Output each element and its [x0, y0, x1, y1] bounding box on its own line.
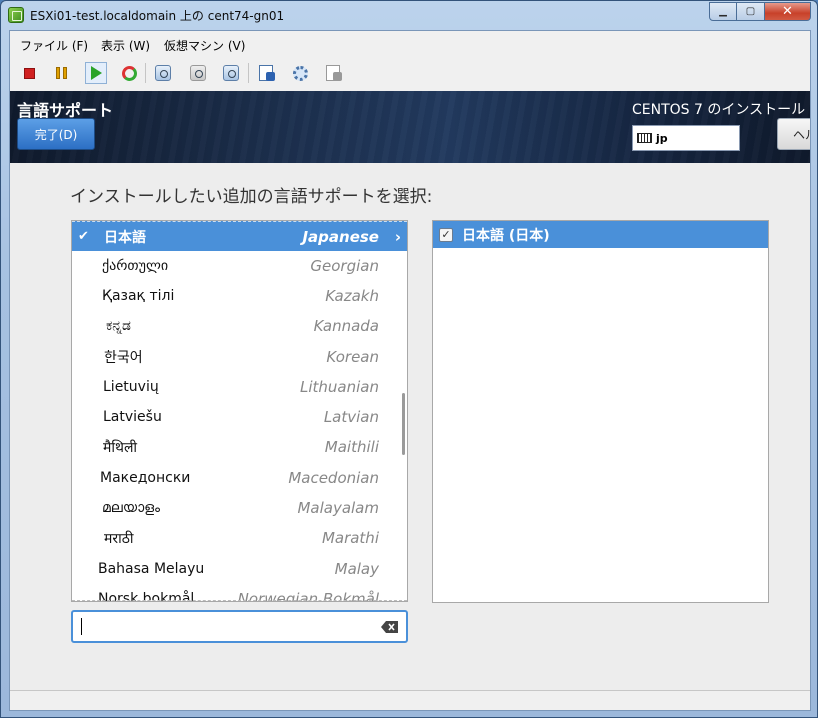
instruction-text: インストールしたい追加の言語サポートを選択: [70, 187, 433, 207]
language-native-name: മലയാളം [102, 500, 161, 516]
power-off-button[interactable] [18, 62, 40, 84]
done-button[interactable]: 完了(D) [17, 118, 95, 150]
language-row[interactable]: ✔ 日本語 Japanese › [72, 221, 407, 251]
language-native-name: Bahasa Melayu [98, 561, 205, 577]
list-bottom-edge [72, 593, 407, 601]
language-english-name: Macedonian [288, 469, 379, 487]
device-icon [326, 65, 342, 81]
vm-console-icon [8, 7, 24, 23]
language-english-name: Georgian [310, 257, 379, 275]
title-bar[interactable]: ESXi01-test.localdomain 上の cent74-gn01 ▁… [1, 1, 817, 29]
language-row[interactable]: മലയാളം Malayalam [72, 493, 407, 523]
locale-list[interactable]: ✓ 日本語 (日本) [432, 220, 769, 603]
language-english-name: Latvian [323, 408, 379, 426]
language-english-name: Marathi [321, 529, 379, 547]
language-row[interactable]: 한국어 Korean [72, 342, 407, 372]
locale-checkbox[interactable]: ✓ [439, 227, 453, 242]
language-english-name: Japanese [302, 227, 379, 246]
language-row[interactable]: ქართული Georgian [72, 251, 407, 281]
snapshot-manager-icon [223, 65, 239, 81]
stop-icon [23, 67, 35, 79]
menu-vm[interactable]: 仮想マシン (V) [164, 37, 245, 54]
locale-row[interactable]: ✓ 日本語 (日本) [433, 221, 768, 248]
language-row[interactable]: Lietuvių Lithuanian [72, 372, 407, 402]
language-english-name: Lithuanian [300, 378, 379, 396]
language-native-name: 日本語 [104, 229, 146, 246]
suspend-button[interactable] [50, 62, 72, 84]
menu-view[interactable]: 表示 (W) [101, 37, 150, 54]
language-english-name: Korean [326, 348, 379, 366]
snapshot-manager-button[interactable] [220, 62, 242, 84]
help-button[interactable]: ヘルプ [777, 118, 810, 150]
language-english-name: Maithili [324, 438, 379, 456]
language-row[interactable]: मराठी Marathi [72, 523, 407, 553]
menu-bar: ファイル (F) 表示 (W) 仮想マシン (V) [10, 31, 810, 57]
chevron-right-icon: › [394, 227, 401, 246]
language-row[interactable]: ಕನ್ನಡ Kannada [72, 311, 407, 341]
power-on-button[interactable] [85, 62, 107, 84]
language-english-name: Kazakh [325, 287, 379, 305]
language-native-name: Latviešu [103, 409, 162, 425]
language-native-name: ಕನ್ನಡ [106, 318, 131, 334]
window-controls: ▁ ▢ ✕ [709, 2, 811, 21]
client-area: ファイル (F) 表示 (W) 仮想マシン (V) 言語サポート 完了(D) C… [9, 30, 811, 711]
play-icon [90, 66, 102, 80]
maximize-button[interactable]: ▢ [737, 2, 765, 21]
window-title: ESXi01-test.localdomain 上の cent74-gn01 [30, 9, 285, 23]
language-row[interactable]: Latviešu Latvian [72, 402, 407, 432]
installer-header: 言語サポート 完了(D) CENTOS 7 のインストール jp ヘルプ [10, 91, 810, 163]
status-bar [10, 690, 810, 710]
connect-device-button[interactable] [322, 62, 344, 84]
language-native-name: मैथिली [103, 439, 138, 456]
devices-button[interactable] [289, 62, 311, 84]
scrollbar-thumb[interactable] [402, 393, 405, 455]
language-native-name: ქართული [102, 258, 169, 274]
keyboard-layout-label: jp [656, 131, 668, 145]
clear-text-icon[interactable] [381, 621, 398, 633]
snapshot-revert-icon [190, 65, 206, 81]
language-english-name: Malay [334, 560, 379, 578]
language-english-name: Kannada [313, 317, 379, 335]
edit-settings-icon [259, 65, 275, 81]
language-native-name: Lietuvių [103, 379, 159, 395]
check-icon: ✔ [78, 229, 89, 244]
product-title: CENTOS 7 のインストール [632, 102, 806, 118]
toolbar [10, 59, 810, 87]
language-row[interactable]: Қазақ тілі Kazakh [72, 281, 407, 311]
take-snapshot-button[interactable] [152, 62, 174, 84]
close-button[interactable]: ✕ [765, 2, 811, 21]
refresh-icon [121, 65, 137, 81]
language-list[interactable]: ✔ 日本語 Japanese › ქართული Georgian Қазақ … [71, 220, 408, 602]
vm-settings-button[interactable] [255, 62, 277, 84]
vm-console-screen[interactable]: 言語サポート 完了(D) CENTOS 7 のインストール jp ヘルプ インス… [10, 91, 810, 691]
pause-icon [55, 67, 67, 79]
language-native-name: Македонски [100, 470, 191, 486]
language-row[interactable]: Македонски Macedonian [72, 463, 407, 493]
vsphere-console-window: ESXi01-test.localdomain 上の cent74-gn01 ▁… [0, 0, 818, 718]
menu-file[interactable]: ファイル (F) [20, 37, 88, 54]
keyboard-layout-indicator[interactable]: jp [632, 125, 740, 151]
keyboard-icon [637, 133, 652, 143]
revert-snapshot-button[interactable] [187, 62, 209, 84]
language-row[interactable]: Bahasa Melayu Malay [72, 554, 407, 584]
text-caret [81, 618, 82, 635]
snapshot-icon [155, 65, 171, 81]
language-native-name: 한국어 [104, 350, 143, 366]
language-search-input[interactable] [71, 610, 408, 643]
minimize-button[interactable]: ▁ [709, 2, 737, 21]
language-english-name: Malayalam [297, 499, 379, 517]
language-row[interactable]: मैथिली Maithili [72, 432, 407, 462]
gear-icon [292, 65, 308, 81]
language-native-name: मराठी [104, 530, 134, 547]
language-native-name: Қазақ тілі [102, 288, 175, 304]
locale-label: 日本語 (日本) [462, 227, 550, 244]
reset-button[interactable] [118, 62, 140, 84]
